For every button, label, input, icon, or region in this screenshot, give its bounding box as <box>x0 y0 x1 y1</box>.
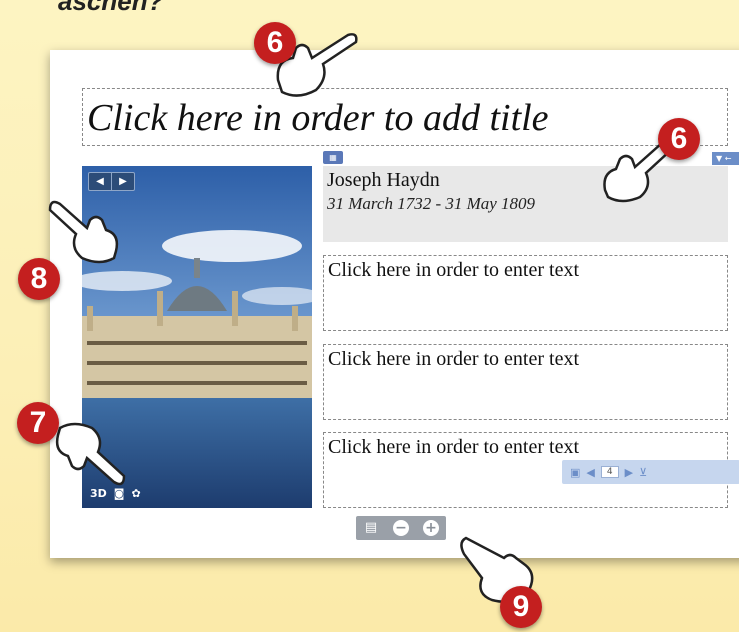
heading-fragment: aschen? <box>58 0 164 16</box>
callout-badge: 6 <box>658 118 700 160</box>
next-arrow-icon[interactable]: ▶ <box>111 173 134 190</box>
zoom-out-icon[interactable]: − <box>393 520 409 536</box>
text-placeholder-2[interactable]: Click here in order to enter text <box>323 344 728 420</box>
page-navigator: ▣ ◀ 4 ▶ ⊻ <box>562 460 739 484</box>
callout-badge: 6 <box>254 22 296 64</box>
gear-icon[interactable]: ✿ <box>131 487 140 500</box>
text-placeholder-1[interactable]: Click here in order to enter text <box>323 255 728 331</box>
keyboard-icon[interactable]: ▦ <box>323 151 343 164</box>
zoom-in-icon[interactable]: + <box>423 520 439 536</box>
close-pager-icon[interactable]: ⊻ <box>639 466 647 479</box>
page-settings-icon[interactable]: ▣ <box>570 466 580 479</box>
composer-dates: 31 March 1732 - 31 May 1809 <box>327 194 536 213</box>
composer-name: Joseph Haydn <box>327 169 440 191</box>
callout-badge: 9 <box>500 586 542 628</box>
prev-page-icon[interactable]: ◀ <box>586 466 594 479</box>
pointing-hand-icon <box>48 200 119 264</box>
page-number[interactable]: 4 <box>600 466 619 478</box>
dropdown-arrow-icon[interactable]: ▼ ← <box>712 152 739 165</box>
callout-badge: 7 <box>17 402 59 444</box>
zoom-bar: ▤ − + <box>356 516 446 540</box>
pointing-hand-icon <box>55 422 126 486</box>
photo-nav: ◀ ▶ <box>88 172 135 191</box>
next-page-icon[interactable]: ▶ <box>625 466 633 479</box>
prev-arrow-icon[interactable]: ◀ <box>89 173 111 190</box>
callout-badge: 8 <box>18 258 60 300</box>
presentation-icon[interactable]: ▤ <box>363 520 379 536</box>
